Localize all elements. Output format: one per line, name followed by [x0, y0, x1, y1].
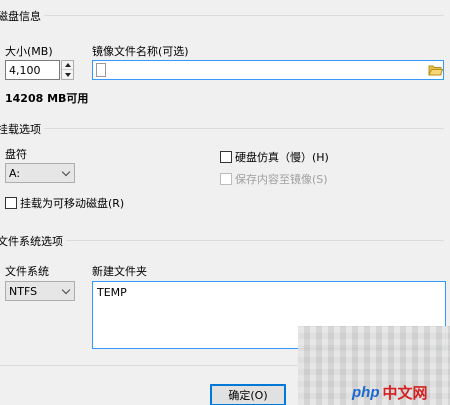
spin-down-icon[interactable]	[62, 70, 73, 79]
hdd-emulation-label: 硬盘仿真（慢）(H)	[235, 151, 329, 164]
ok-button[interactable]: 确定(O)	[210, 384, 286, 405]
filesystem-select[interactable]: NTFS	[5, 281, 75, 301]
disk-info-group-title: 磁盘信息	[0, 8, 44, 24]
watermark: php 中文网	[352, 382, 428, 403]
hdd-emulation-checkbox[interactable]: 硬盘仿真（慢）(H)	[220, 149, 329, 165]
new-folder-value: TEMP	[97, 286, 127, 299]
file-icon	[96, 63, 106, 77]
folder-icon[interactable]	[428, 63, 443, 77]
size-input-value: 4,100	[9, 64, 41, 77]
watermark-site: 中文网	[382, 385, 428, 402]
size-input[interactable]: 4,100	[5, 60, 60, 80]
filesystem-group-line	[0, 240, 444, 241]
size-label: 大小(MB)	[5, 45, 53, 58]
save-to-image-label: 保存内容至镜像(S)	[235, 173, 328, 186]
hdd-emulation-box[interactable]	[220, 151, 232, 163]
available-space: 14208 MB可用	[5, 92, 89, 105]
watermark-logo: php	[352, 384, 380, 401]
spin-up-icon[interactable]	[62, 61, 73, 70]
size-spinner[interactable]	[61, 60, 74, 80]
mount-options-group-title: 挂载选项	[0, 121, 44, 137]
drive-letter-value: A:	[9, 166, 21, 180]
drive-letter-label: 盘符	[5, 148, 27, 161]
mount-options-group-line	[0, 128, 444, 129]
ok-button-label: 确定(O)	[228, 389, 268, 402]
removable-disk-box[interactable]	[5, 197, 17, 209]
drive-letter-select[interactable]: A:	[5, 163, 75, 183]
chevron-down-icon	[61, 167, 71, 176]
save-to-image-checkbox[interactable]: 保存内容至镜像(S)	[220, 171, 328, 187]
save-to-image-box[interactable]	[220, 173, 232, 185]
removable-disk-label: 挂载为可移动磁盘(R)	[20, 197, 125, 210]
disk-info-group-line	[0, 15, 444, 16]
chevron-down-icon	[61, 285, 71, 294]
filesystem-value: NTFS	[9, 284, 38, 298]
filesystem-label: 文件系统	[5, 265, 49, 278]
removable-disk-checkbox[interactable]: 挂载为可移动磁盘(R)	[5, 195, 124, 211]
image-file-input[interactable]	[92, 60, 444, 80]
image-file-label: 镜像文件名称(可选)	[92, 45, 189, 58]
filesystem-group-title: 文件系统选项	[0, 233, 66, 249]
new-folder-label: 新建文件夹	[92, 265, 147, 278]
